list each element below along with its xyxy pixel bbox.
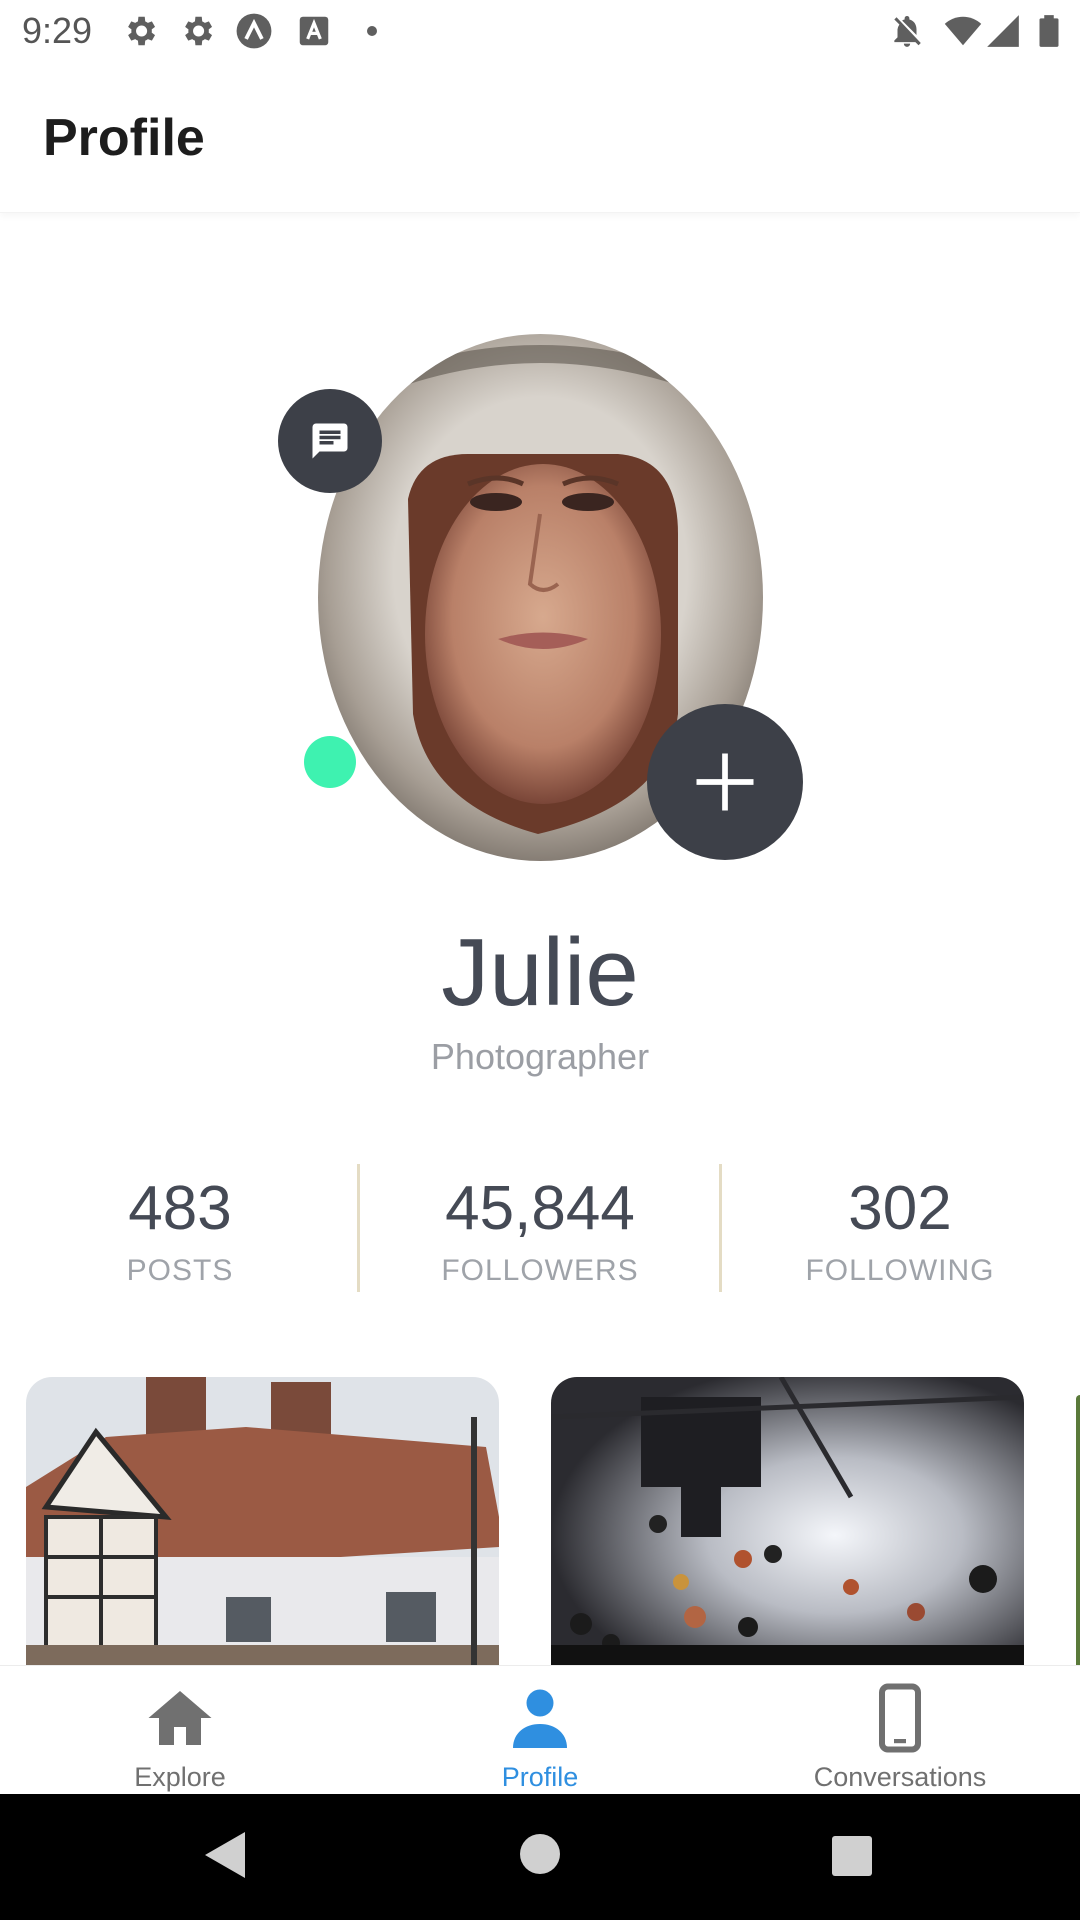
- home-icon: [148, 1691, 212, 1745]
- nav-item-conversations[interactable]: Conversations: [720, 1666, 1080, 1795]
- stat-value: 483: [128, 1174, 232, 1243]
- photo-card-concert[interactable]: [551, 1377, 1024, 1665]
- profile-role: Photographer: [430, 1036, 650, 1077]
- message-button[interactable]: [278, 389, 382, 493]
- app-bar: Profile: [0, 62, 1080, 213]
- nav-label: Conversations: [813, 1762, 987, 1792]
- page-title: Profile: [43, 109, 205, 167]
- recents-icon[interactable]: [832, 1836, 872, 1876]
- phone-icon: [879, 1683, 921, 1753]
- stat-following[interactable]: 302 FOLLOWING: [720, 1170, 1080, 1288]
- status-time: 9:29: [22, 10, 93, 51]
- plus-icon: [696, 753, 754, 811]
- notifications-off-icon: [894, 15, 921, 47]
- add-button[interactable]: [647, 704, 803, 860]
- battery-icon: [1039, 15, 1059, 47]
- profile-name: Julie: [441, 919, 639, 1026]
- stat-label: FOLLOWING: [805, 1254, 995, 1287]
- nav-item-profile[interactable]: Profile: [360, 1666, 720, 1795]
- stat-label: FOLLOWERS: [441, 1254, 639, 1287]
- app-a-icon: [236, 13, 272, 49]
- notification-dot-icon: [367, 26, 377, 36]
- settings-icon: [128, 16, 156, 46]
- photo-card-houses[interactable]: [26, 1377, 499, 1665]
- home-button-icon[interactable]: [520, 1834, 560, 1874]
- settings-icon: [185, 16, 213, 46]
- nav-item-explore[interactable]: Explore: [0, 1666, 360, 1795]
- wifi-icon: [944, 16, 982, 46]
- nav-label: Profile: [501, 1762, 579, 1792]
- status-bar: 9:29: [0, 0, 1080, 62]
- bottom-navigation: Explore Profile Conversations: [0, 1665, 1080, 1795]
- stat-posts[interactable]: 483 POSTS: [0, 1170, 360, 1288]
- chat-icon: [312, 423, 348, 459]
- stat-value: 45,844: [445, 1174, 635, 1243]
- online-status-indicator: [304, 736, 356, 788]
- person-icon: [513, 1689, 567, 1748]
- app-font-icon: [299, 16, 329, 46]
- stat-value: 302: [848, 1174, 952, 1243]
- signal-icon: [987, 15, 1019, 47]
- stat-followers[interactable]: 45,844 FOLLOWERS: [360, 1170, 720, 1288]
- concert-photo: [551, 1377, 1024, 1665]
- nav-label: Explore: [134, 1762, 226, 1792]
- system-navigation-bar: [0, 1794, 1080, 1920]
- stat-label: POSTS: [126, 1254, 234, 1287]
- photo-card-partial[interactable]: [1076, 1395, 1080, 1665]
- houses-photo: [26, 1377, 499, 1665]
- back-icon[interactable]: [203, 1830, 247, 1880]
